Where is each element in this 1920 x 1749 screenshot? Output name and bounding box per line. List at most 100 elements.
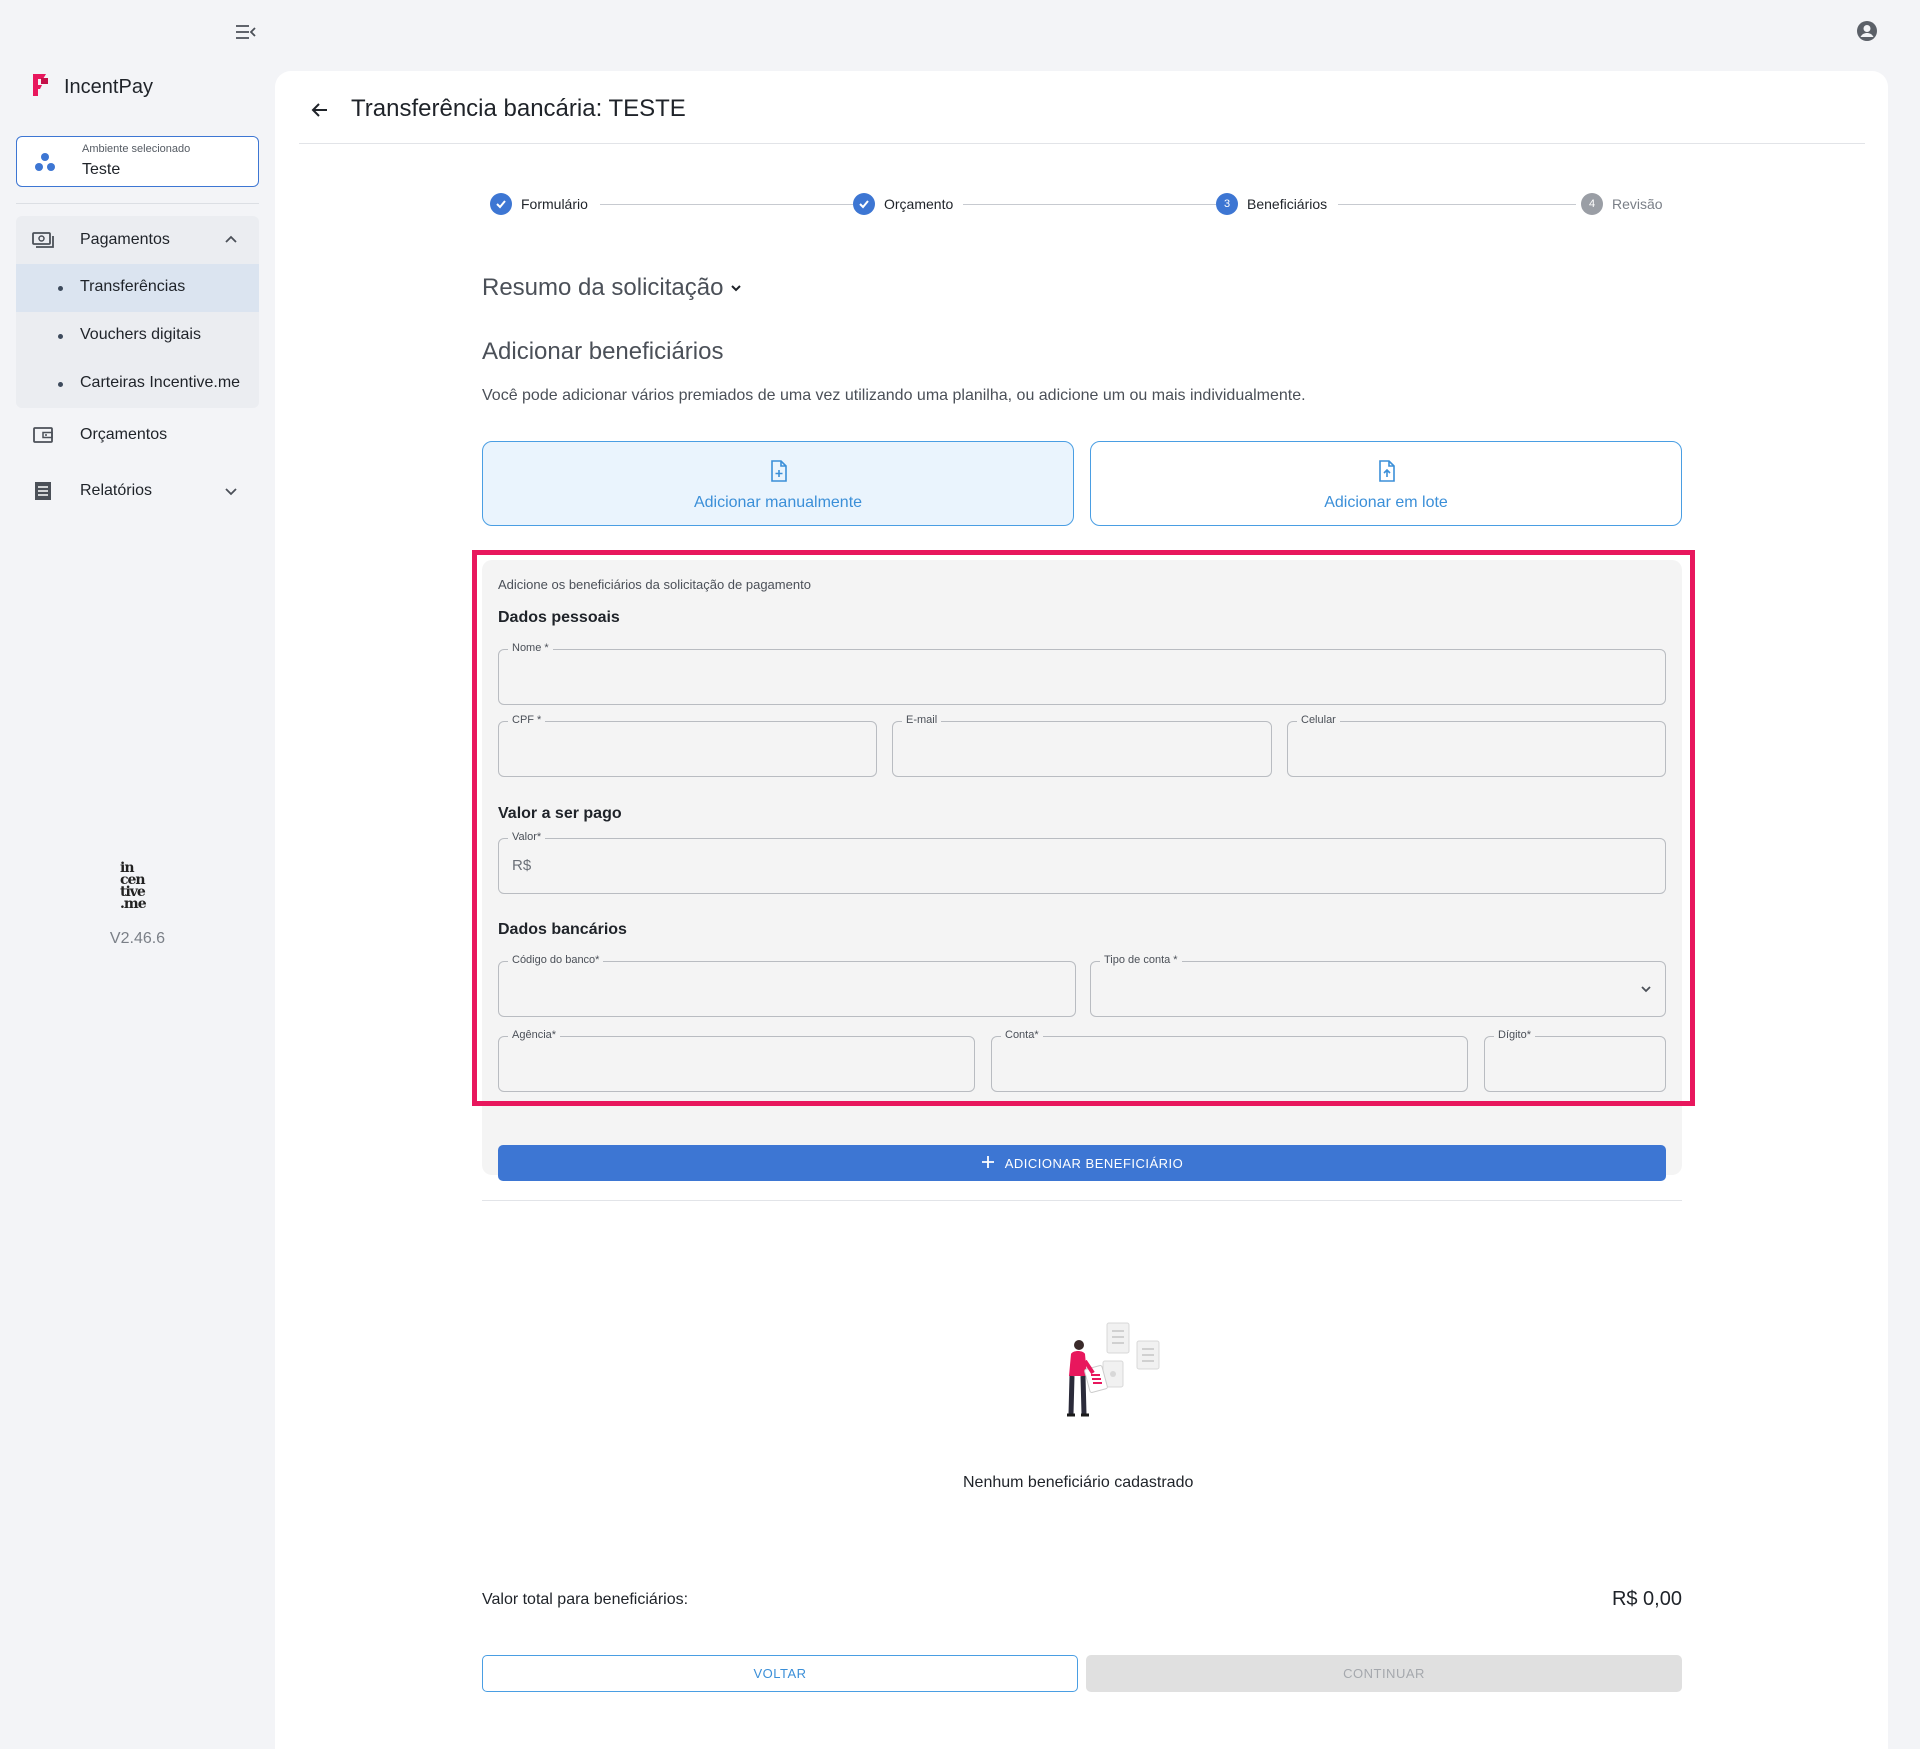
collapse-menu-icon[interactable] [234, 22, 258, 42]
chevron-down-icon [223, 483, 239, 504]
sidebar-item-label: Relatórios [80, 482, 153, 499]
field-label: Celular [1297, 714, 1340, 726]
personal-data-heading: Dados pessoais [498, 609, 620, 626]
check-icon [853, 193, 875, 215]
empty-state-illustration [1047, 1321, 1167, 1446]
add-beneficiary-label: ADICIONAR BENEFICIÁRIO [1004, 1155, 1184, 1171]
summary-label: Resumo da solicitação [482, 274, 724, 301]
plus-icon [981, 1155, 995, 1172]
beneficiary-form: Adicione os beneficiários da solicitação… [482, 560, 1682, 1181]
cpf-field[interactable]: CPF * [498, 714, 877, 777]
sidebar-item-label: Carteiras Incentive.me [80, 374, 241, 391]
amount-heading: Valor a ser pago [498, 805, 622, 822]
sidebar-item-transfers[interactable]: Transferências [16, 264, 259, 312]
bank-data-heading: Dados bancários [498, 921, 627, 938]
field-label: Conta* [1001, 1029, 1043, 1041]
account-type-select[interactable]: Tipo de conta * [1090, 954, 1666, 1017]
field-label: Dígito* [1494, 1029, 1536, 1041]
incentive-me-logo: in cen tive .me [120, 860, 147, 912]
step-connector [600, 204, 853, 205]
main-content: Transferência bancária: TESTE Formulário… [275, 71, 1888, 1749]
currency-prefix: R$ [512, 857, 532, 874]
bullet [58, 286, 63, 291]
sidebar-item-digital-vouchers[interactable]: Vouchers digitais [16, 312, 259, 360]
sidebar-item-wallets[interactable]: Carteiras Incentive.me [16, 360, 259, 408]
wallet-icon [32, 425, 54, 445]
brand: IncentPay [30, 72, 153, 103]
environment-selector[interactable]: Ambiente selecionado Teste [16, 136, 259, 187]
add-manually-button[interactable]: Adicionar manualmente [482, 441, 1074, 526]
chevron-down-icon [729, 274, 743, 302]
email-field[interactable]: E-mail [892, 714, 1272, 777]
payments-icon [32, 230, 54, 250]
add-beneficiary-button[interactable]: ADICIONAR BENEFICIÁRIO [498, 1145, 1666, 1181]
step-label: Orçamento [884, 196, 954, 212]
continue-button[interactable]: CONTINUAR [1086, 1655, 1682, 1692]
name-field[interactable]: Nome * [498, 642, 1666, 705]
step-number: 3 [1216, 193, 1238, 215]
step-connector [1338, 204, 1576, 205]
empty-state-message: Nenhum beneficiário cadastrado [963, 1474, 1194, 1491]
total-value: R$ 0,00 [1611, 1588, 1682, 1610]
step-budget: Orçamento [853, 193, 953, 215]
field-label: CPF * [508, 714, 546, 726]
field-label: Valor* [508, 831, 546, 843]
bullet [58, 334, 63, 339]
sidebar-item-payments[interactable]: Pagamentos [16, 216, 259, 264]
add-batch-button[interactable]: Adicionar em lote [1090, 441, 1682, 526]
stepper: Formulário Orçamento 3 Beneficiários 4 R… [490, 193, 1663, 219]
field-label: E-mail [902, 714, 942, 726]
file-upload-icon [1377, 460, 1397, 487]
app-version: V2.46.6 [109, 930, 166, 947]
section-description: Você pode adicionar vários premiados de … [482, 387, 1306, 404]
sidebar: IncentPay Ambiente selecionado Teste Pag… [0, 0, 272, 1749]
total-label: Valor total para beneficiários: [482, 1591, 689, 1608]
bank-code-field[interactable]: Código do banco* [498, 954, 1076, 1017]
file-plus-icon [769, 460, 789, 487]
environment-icon [34, 152, 56, 177]
content-divider [482, 1200, 1682, 1201]
bullet [58, 382, 63, 387]
add-manually-label: Adicionar manualmente [693, 494, 863, 511]
page-title: Transferência bancária: TESTE [351, 95, 686, 122]
reports-icon [32, 481, 54, 501]
step-beneficiaries: 3 Beneficiários [1216, 193, 1327, 215]
sidebar-item-label: Pagamentos [80, 231, 170, 248]
add-batch-label: Adicionar em lote [1324, 494, 1448, 511]
step-form: Formulário [490, 193, 588, 215]
back-arrow-icon[interactable] [307, 97, 333, 123]
phone-field[interactable]: Celular [1287, 714, 1666, 777]
section-title: Adicionar beneficiários [482, 338, 724, 365]
step-connector [963, 204, 1216, 205]
step-review: 4 Revisão [1581, 193, 1663, 215]
sidebar-item-reports[interactable]: Relatórios [16, 467, 259, 515]
incentpay-logo-icon [30, 72, 50, 103]
field-label: Tipo de conta * [1100, 954, 1182, 966]
step-label: Revisão [1612, 196, 1663, 212]
agency-field[interactable]: Agência* [498, 1029, 975, 1092]
sidebar-item-label: Transferências [80, 278, 186, 295]
step-number: 4 [1581, 193, 1603, 215]
digit-field[interactable]: Dígito* [1484, 1029, 1666, 1092]
field-label: Nome * [508, 642, 553, 654]
step-label: Formulário [521, 196, 588, 212]
request-summary-toggle[interactable]: Resumo da solicitação [482, 274, 743, 302]
sidebar-item-budgets[interactable]: Orçamentos [16, 411, 259, 459]
environment-value: Teste [82, 161, 121, 178]
amount-field[interactable]: Valor* R$ [498, 831, 1666, 894]
chevron-down-icon [1639, 982, 1653, 1001]
brand-name: IncentPay [64, 76, 153, 98]
environment-label: Ambiente selecionado [82, 143, 191, 155]
user-account-icon[interactable] [1856, 20, 1878, 42]
chevron-up-icon [223, 232, 239, 253]
sidebar-item-label: Orçamentos [80, 426, 168, 443]
back-button[interactable]: VOLTAR [482, 1655, 1078, 1692]
sidebar-divider [16, 203, 259, 204]
header-divider [299, 143, 1865, 144]
account-field[interactable]: Conta* [991, 1029, 1468, 1092]
field-label: Código do banco* [508, 954, 604, 966]
form-caption: Adicione os beneficiários da solicitação… [498, 577, 811, 592]
step-label: Beneficiários [1247, 196, 1328, 212]
sidebar-item-label: Vouchers digitais [80, 326, 201, 343]
field-label: Agência* [508, 1029, 561, 1041]
